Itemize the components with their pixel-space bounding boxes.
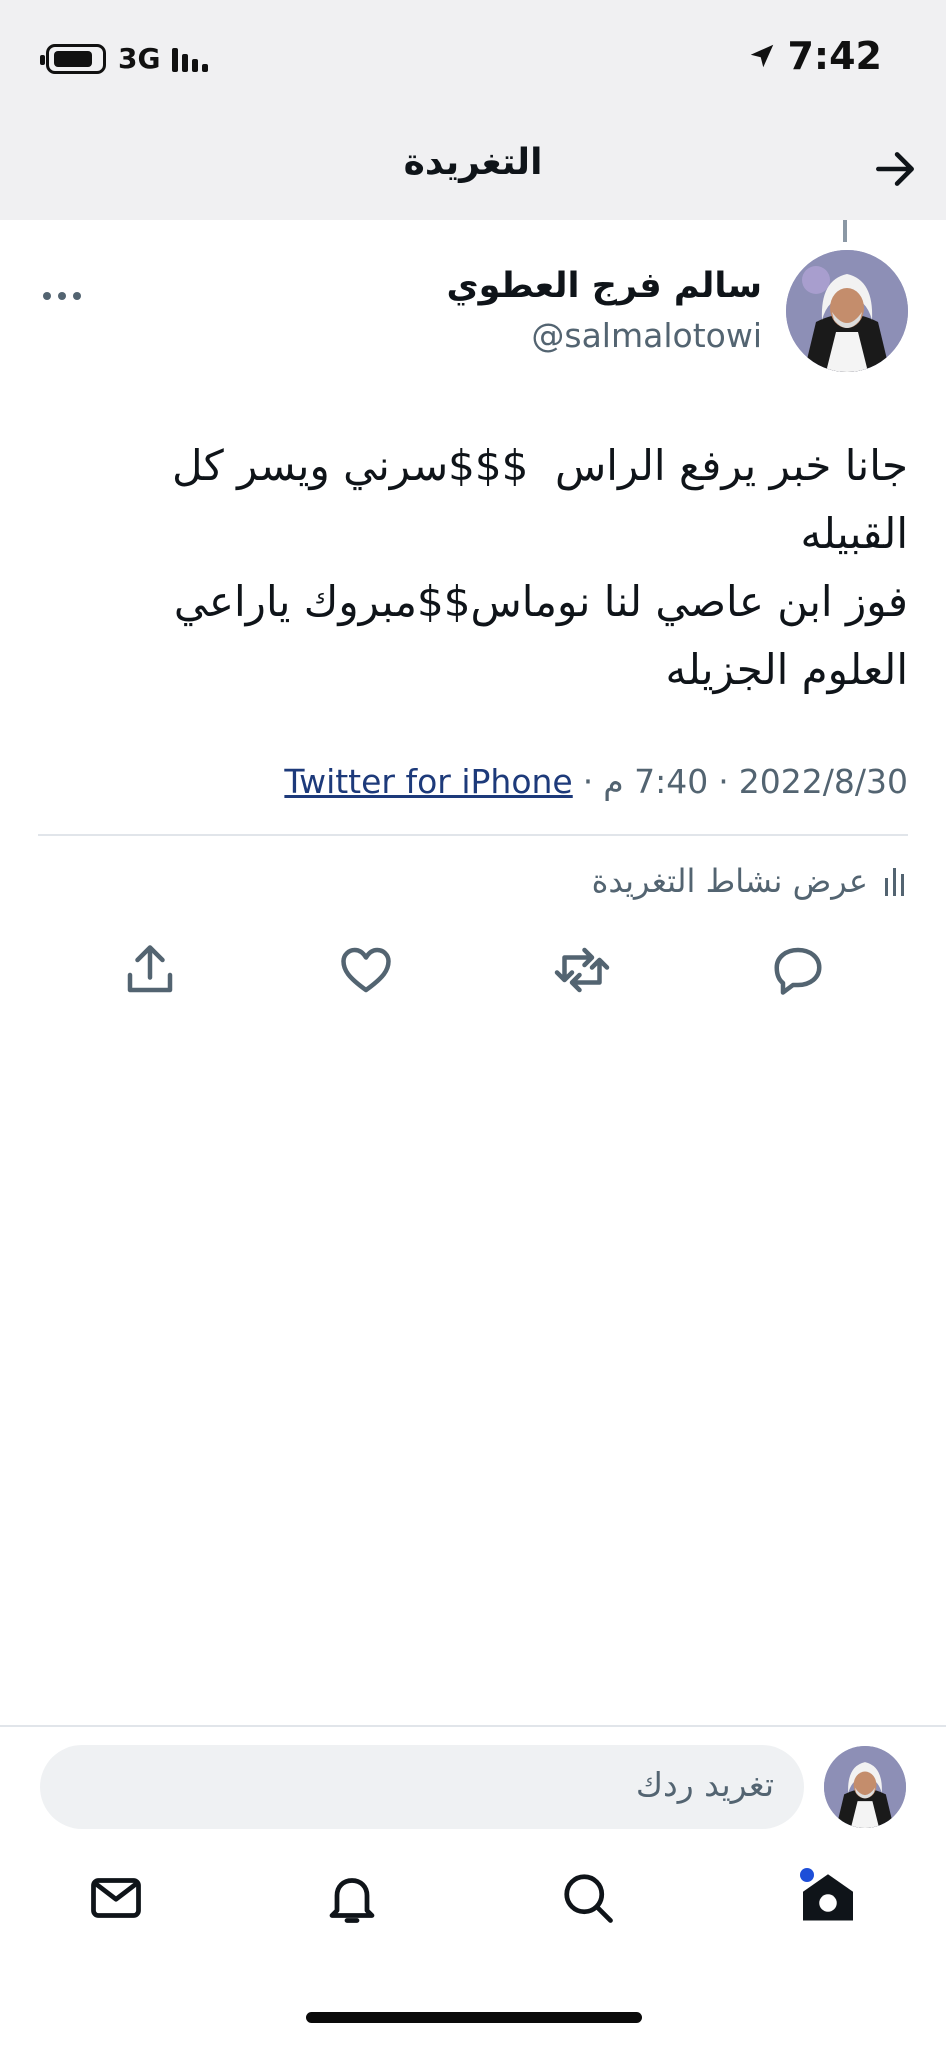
reply-icon[interactable] [768,940,828,1000]
tweet-line: جانا خبر يرفع الراس $$$سرني ويسر كل [171,441,908,490]
share-icon[interactable] [120,940,180,1000]
tweet-time: 7:40 م [603,762,709,801]
tweet-header: سالم فرج العطوي @salmalotowi [0,250,946,380]
tweet-actions [0,940,946,1010]
thread-line [843,220,847,242]
like-icon[interactable] [336,940,396,1000]
tweet-line: القبيله [800,509,908,558]
author-handle[interactable]: @salmalotowi [531,316,762,355]
status-right: 7:42 [747,34,882,78]
status-time: 7:42 [787,34,882,78]
page-title: التغريدة [403,142,543,183]
reply-input[interactable]: تغريد ردك [40,1745,804,1829]
author-avatar[interactable] [786,250,908,372]
retweet-icon[interactable] [552,940,612,1000]
meta-separator: · [582,762,594,801]
meta-separator: · [718,762,729,801]
activity-label: عرض نشاط التغريدة [591,862,868,900]
nav-header: التغريدة [0,120,946,220]
more-icon[interactable] [40,286,84,306]
author-name[interactable]: سالم فرج العطوي [447,266,762,306]
messages-icon[interactable] [86,1868,146,1928]
tweet-text: جانا خبر يرفع الراس $$$سرني ويسر كل القب… [100,432,908,704]
divider [38,834,908,836]
location-icon [751,44,774,68]
tweet-line: العلوم الجزيله [665,645,908,694]
tweet-meta: 2022/8/30 · 7:40 م · Twitter for iPhone [284,762,908,801]
bottom-separator [0,1725,946,1727]
tweet-source-link[interactable]: Twitter for iPhone [284,762,572,801]
battery-icon [40,43,106,74]
view-activity-link[interactable]: عرض نشاط التغريدة [592,862,908,900]
user-avatar[interactable] [824,1746,906,1828]
notifications-icon[interactable] [322,1868,382,1928]
network-type: 3G [118,42,161,75]
tweet-date: 2022/8/30 [738,762,908,801]
status-bar: 3G 7:42 [0,0,946,120]
tweet-line: فوز ابن عاصي لنا نوماس$$مبروك ياراعي [173,577,908,626]
signal-icon [172,46,209,72]
reply-placeholder: تغريد ردك [635,1765,774,1804]
home-indicator [306,2012,642,2023]
new-content-dot [800,1868,814,1882]
search-icon[interactable] [558,1868,618,1928]
status-left: 3G [40,42,209,75]
back-arrow-icon[interactable] [870,144,920,194]
activity-icon [885,868,904,896]
